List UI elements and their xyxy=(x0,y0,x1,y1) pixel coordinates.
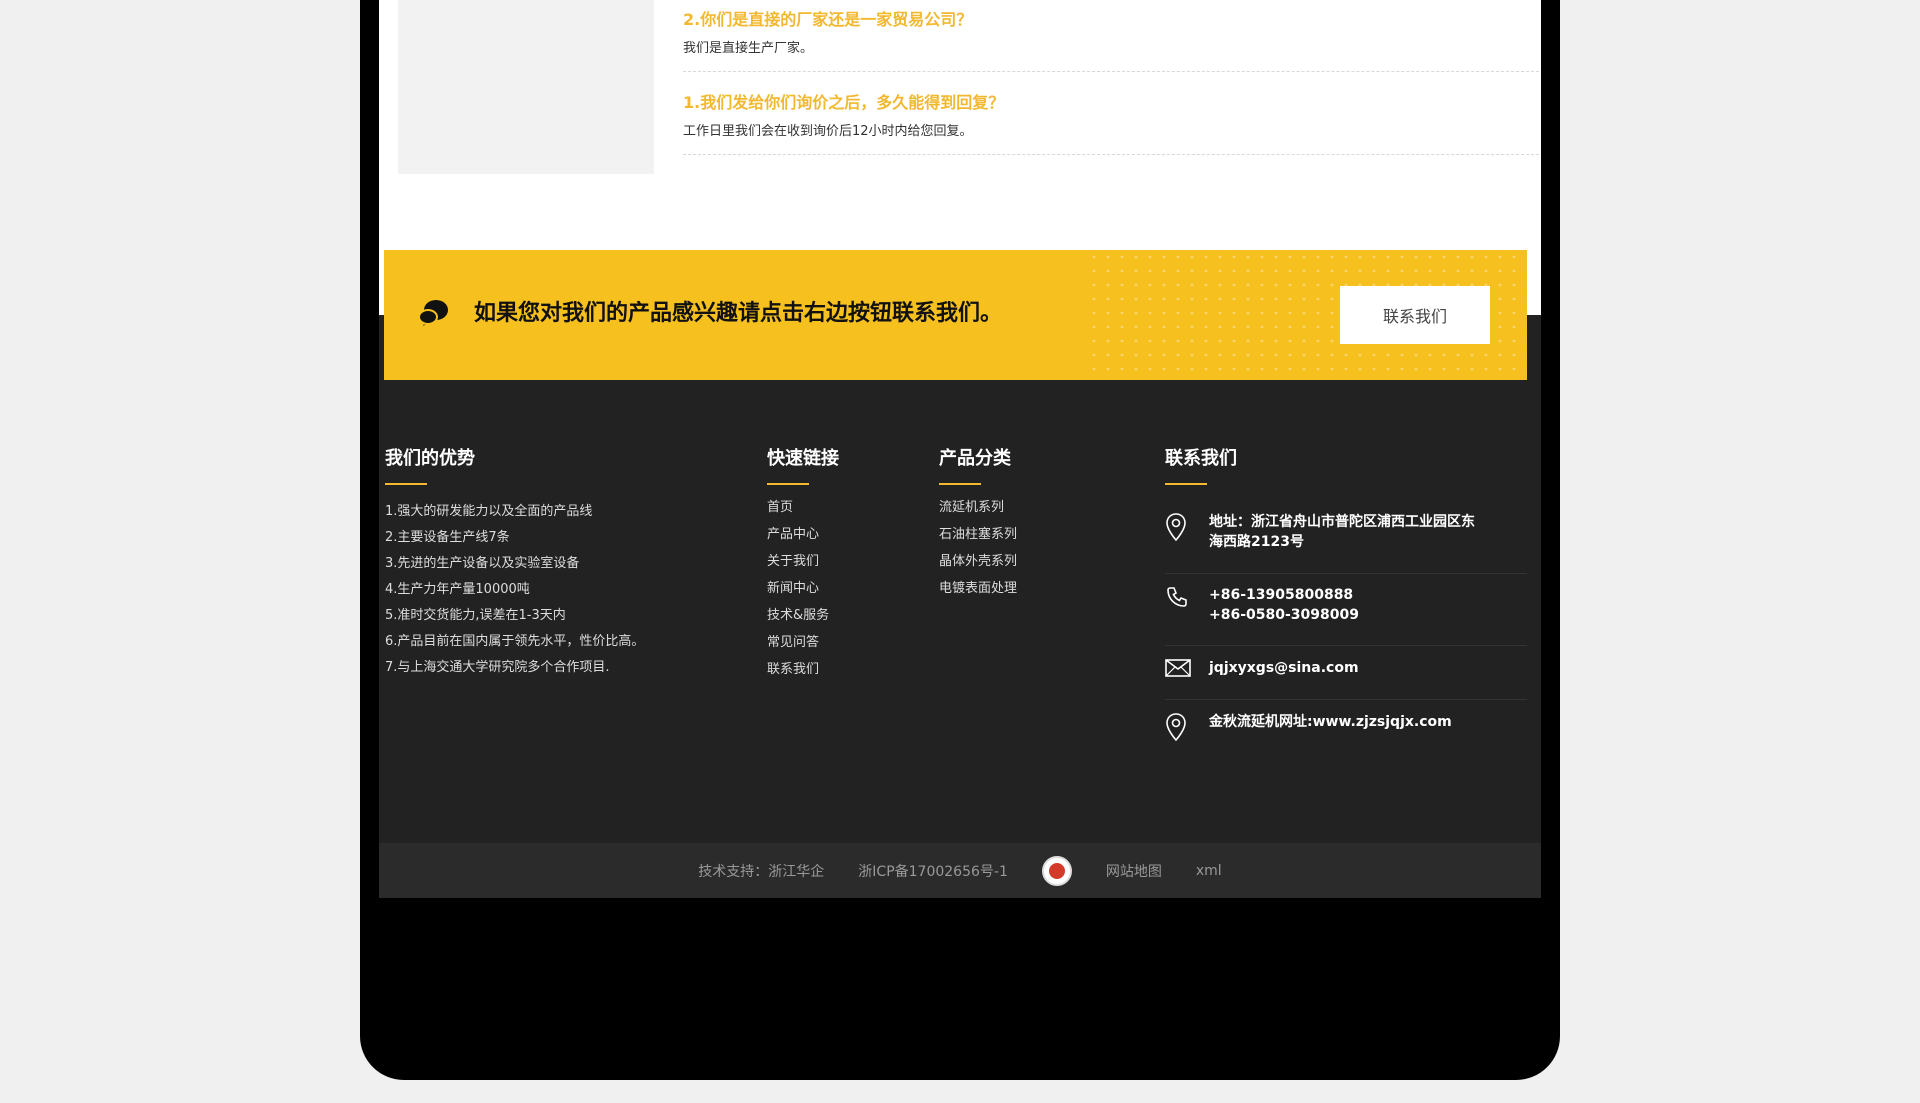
list-item: 5.准时交货能力,误差在1-3天内 xyxy=(385,608,566,623)
categories-column: 产品分类 流延机系列 石油柱塞系列 晶体外壳系列 电镀表面处理 xyxy=(939,445,1139,608)
faq-answer: 工作日里我们会在收到询价后12小时内给您回复。 xyxy=(683,124,973,139)
xml-link[interactable]: xml xyxy=(1196,863,1222,879)
category-link[interactable]: 流延机系列 xyxy=(939,500,1139,516)
phone-number[interactable]: +86-13905800888 xyxy=(1209,585,1359,605)
phone-number[interactable]: +86-0580-3098009 xyxy=(1209,605,1359,625)
police-badge-icon[interactable] xyxy=(1041,855,1072,886)
category-link[interactable]: 电镀表面处理 xyxy=(939,581,1139,597)
list-item: 2.主要设备生产线7条 xyxy=(385,530,510,545)
advantages-column: 我们的优势 1.强大的研发能力以及全面的产品线 2.主要设备生产线7条 3.先进… xyxy=(385,445,745,686)
categories-list: 流延机系列 石油柱塞系列 晶体外壳系列 电镀表面处理 xyxy=(939,500,1139,597)
icp-link[interactable]: 浙ICP备17002656号-1 xyxy=(858,861,1008,881)
contact-us-button[interactable]: 联系我们 xyxy=(1340,286,1490,344)
footer-link-service[interactable]: 技术&服务 xyxy=(767,608,917,624)
faq-item: 1.我们发给你们询价之后，多久能得到回复？ 工作日里我们会在收到询价后12小时内… xyxy=(683,93,1539,155)
footer-bottom-bar: 技术支持：浙江华企 浙ICP备17002656号-1 网站地图 xml xyxy=(379,843,1541,898)
chat-bubble-icon xyxy=(418,300,448,326)
title-underline xyxy=(939,483,981,485)
faq-answer: 我们是直接生产厂家。 xyxy=(683,41,814,56)
title-underline xyxy=(767,483,809,485)
footer-link-contact[interactable]: 联系我们 xyxy=(767,662,917,678)
contact-email: jqjxyxgs@sina.com xyxy=(1165,658,1527,700)
advantages-title: 我们的优势 xyxy=(385,448,475,469)
location-pin-icon xyxy=(1166,513,1186,542)
location-pin-icon xyxy=(1166,713,1186,742)
contact-cta-banner: 如果您对我们的产品感兴趣请点击右边按钮联系我们。 联系我们 xyxy=(384,250,1527,380)
faq-sidebar-panel xyxy=(398,0,654,174)
email-address[interactable]: jqjxyxgs@sina.com xyxy=(1209,658,1359,699)
contact-website: 金秋流延机网址:www.zjzsjqjx.com xyxy=(1165,712,1527,748)
faq-item: 2.你们是直接的厂家还是一家贸易公司？ 我们是直接生产厂家。 xyxy=(683,10,1539,72)
faq-question[interactable]: 2.你们是直接的厂家还是一家贸易公司？ xyxy=(683,10,1539,30)
faq-question[interactable]: 1.我们发给你们询价之后，多久能得到回复？ xyxy=(683,93,1539,113)
website-url[interactable]: 金秋流延机网址:www.zjzsjqjx.com xyxy=(1209,712,1452,748)
quick-links-list: 首页 产品中心 关于我们 新闻中心 技术&服务 常见问答 联系我们 xyxy=(767,500,917,678)
envelope-icon xyxy=(1165,659,1191,677)
quick-links-title: 快速链接 xyxy=(767,448,839,469)
footer-link-products[interactable]: 产品中心 xyxy=(767,527,917,543)
list-item: 3.先进的生产设备以及实验室设备 xyxy=(385,556,580,571)
footer-link-faq[interactable]: 常见问答 xyxy=(767,635,917,651)
list-item: 4.生产力年产量10000吨 xyxy=(385,582,530,597)
quick-links-column: 快速链接 首页 产品中心 关于我们 新闻中心 技术&服务 常见问答 联系我们 xyxy=(767,445,917,689)
title-underline xyxy=(1165,483,1207,485)
footer-link-news[interactable]: 新闻中心 xyxy=(767,581,917,597)
footer-link-home[interactable]: 首页 xyxy=(767,500,917,516)
advantages-list: 1.强大的研发能力以及全面的产品线 2.主要设备生产线7条 3.先进的生产设备以… xyxy=(385,504,745,676)
list-item: 7.与上海交通大学研究院多个合作项目. xyxy=(385,660,610,675)
phone-icon xyxy=(1167,587,1187,607)
tech-support-link[interactable]: 技术支持：浙江华企 xyxy=(698,861,824,881)
contact-address: 地址：浙江省舟山市普陀区浦西工业园区东 海西路2123号 xyxy=(1165,512,1527,574)
address-line: 地址：浙江省舟山市普陀区浦西工业园区东 xyxy=(1209,514,1475,530)
sitemap-link[interactable]: 网站地图 xyxy=(1106,861,1162,881)
list-item: 1.强大的研发能力以及全面的产品线 xyxy=(385,504,593,519)
category-link[interactable]: 石油柱塞系列 xyxy=(939,527,1139,543)
address-line: 海西路2123号 xyxy=(1209,534,1304,550)
contact-phone: +86-13905800888 +86-0580-3098009 xyxy=(1165,585,1527,646)
categories-title: 产品分类 xyxy=(939,448,1011,469)
footer-link-about[interactable]: 关于我们 xyxy=(767,554,917,570)
contact-column: 联系我们 xyxy=(1165,445,1527,485)
banner-message: 如果您对我们的产品感兴趣请点击右边按钮联系我们。 xyxy=(474,301,1003,326)
list-item: 6.产品目前在国内属于领先水平，性价比高。 xyxy=(385,634,645,649)
title-underline xyxy=(385,483,427,485)
category-link[interactable]: 晶体外壳系列 xyxy=(939,554,1139,570)
contact-title: 联系我们 xyxy=(1165,448,1237,469)
